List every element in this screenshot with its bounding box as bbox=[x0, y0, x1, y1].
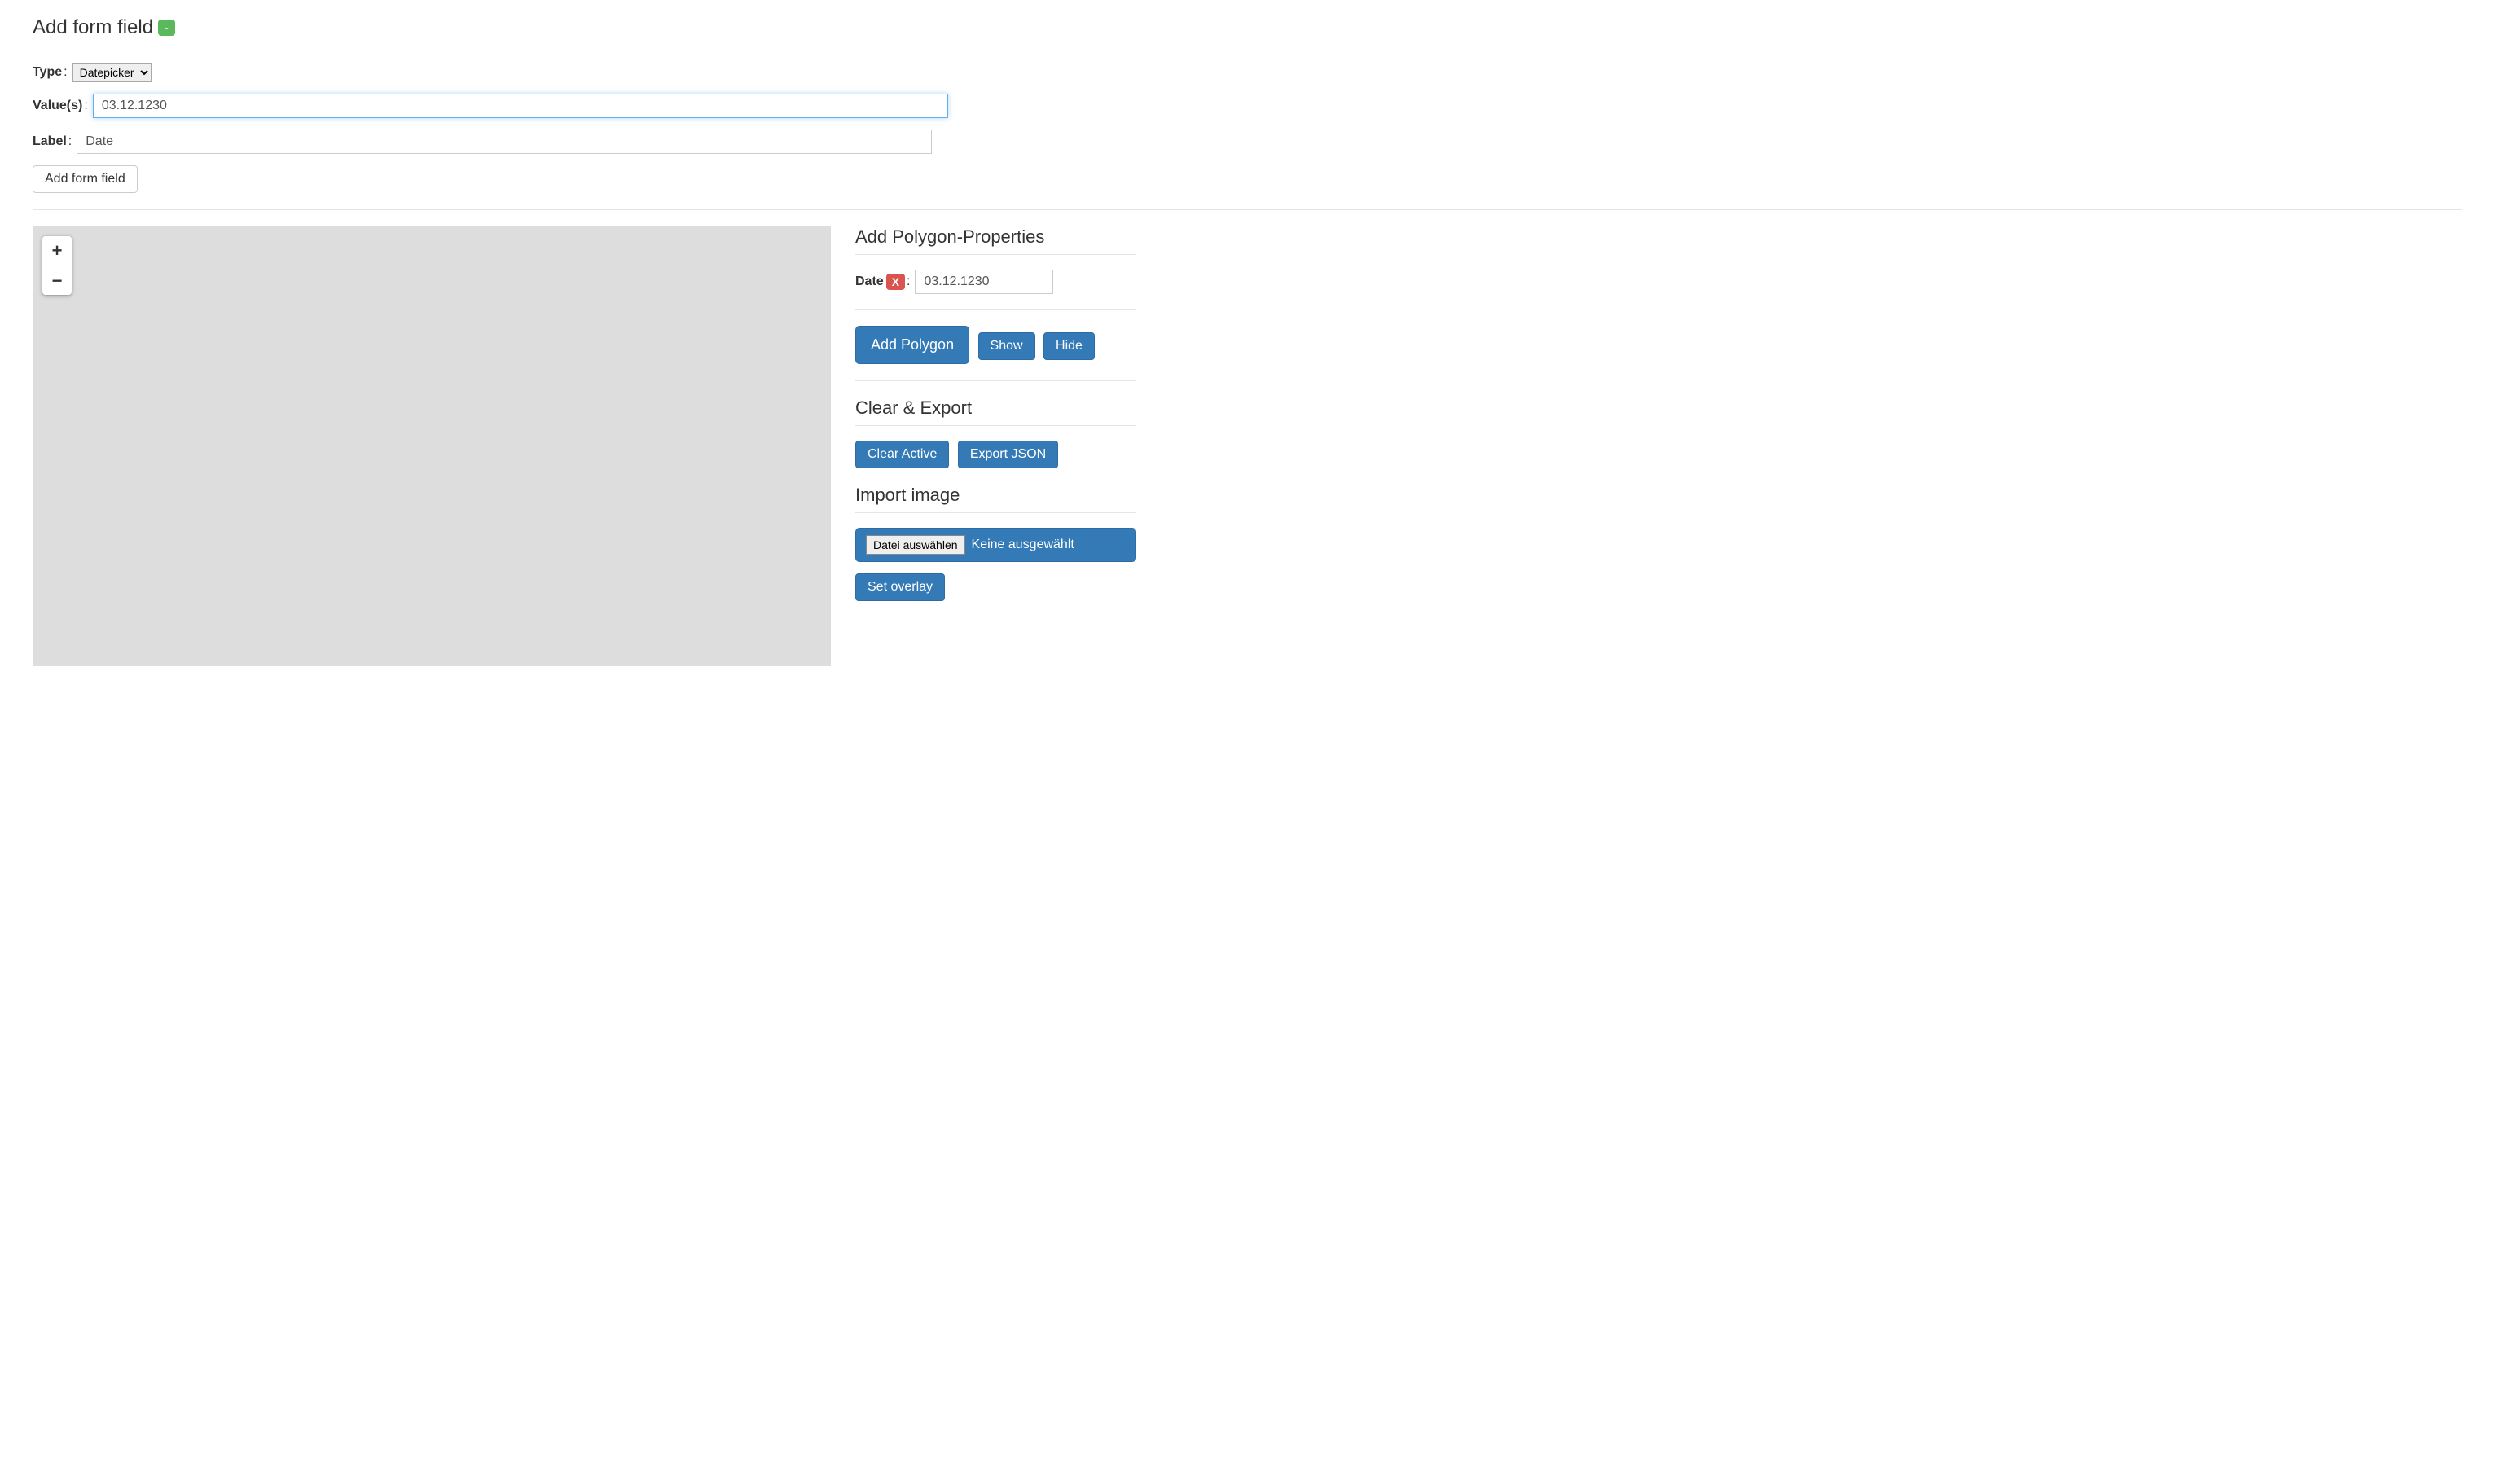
sidebar: Add Polygon-Properties Date X : Add Poly… bbox=[855, 226, 1136, 601]
import-image-heading: Import image bbox=[855, 485, 1136, 513]
hide-button[interactable]: Hide bbox=[1043, 332, 1095, 360]
add-form-field-title: Add form field bbox=[33, 16, 153, 39]
sidebar-divider-2 bbox=[855, 380, 1136, 381]
values-input[interactable] bbox=[93, 94, 948, 118]
zoom-control: + − bbox=[42, 236, 72, 295]
add-form-field-button[interactable]: Add form field bbox=[33, 165, 138, 193]
file-status-text: Keine ausgewählt bbox=[972, 538, 1074, 552]
polygon-prop-label: Date bbox=[855, 274, 884, 289]
type-row: Type: Datepicker bbox=[33, 63, 2462, 82]
polygon-prop-input[interactable] bbox=[915, 270, 1053, 294]
clear-active-button[interactable]: Clear Active bbox=[855, 441, 949, 468]
values-label: Value(s) bbox=[33, 99, 82, 113]
divider bbox=[33, 209, 2462, 210]
export-json-button[interactable]: Export JSON bbox=[958, 441, 1058, 468]
polygon-buttons-row: Add Polygon Show Hide bbox=[855, 326, 1136, 364]
label-label: Label bbox=[33, 134, 67, 149]
add-form-field-heading: Add form field - bbox=[33, 16, 2462, 46]
file-input-widget[interactable]: Datei auswählen Keine ausgewählt bbox=[855, 528, 1136, 562]
map-canvas[interactable]: + − bbox=[33, 226, 831, 666]
polygon-prop-row: Date X : bbox=[855, 270, 1136, 294]
type-label: Type bbox=[33, 65, 62, 80]
label-input[interactable] bbox=[77, 130, 932, 154]
sidebar-divider-1 bbox=[855, 309, 1136, 310]
clear-export-buttons-row: Clear Active Export JSON bbox=[855, 441, 1136, 468]
zoom-in-button[interactable]: + bbox=[42, 236, 72, 266]
polygon-properties-heading: Add Polygon-Properties bbox=[855, 226, 1136, 255]
collapse-badge[interactable]: - bbox=[158, 20, 175, 36]
label-row: Label: bbox=[33, 130, 2462, 154]
zoom-out-button[interactable]: − bbox=[42, 266, 72, 295]
choose-file-button[interactable]: Datei auswählen bbox=[866, 535, 965, 555]
set-overlay-button[interactable]: Set overlay bbox=[855, 573, 945, 601]
add-polygon-button[interactable]: Add Polygon bbox=[855, 326, 969, 364]
remove-prop-badge[interactable]: X bbox=[886, 274, 905, 291]
clear-export-heading: Clear & Export bbox=[855, 397, 1136, 426]
type-select[interactable]: Datepicker bbox=[72, 63, 152, 82]
values-row: Value(s): bbox=[33, 94, 2462, 118]
show-button[interactable]: Show bbox=[978, 332, 1035, 360]
